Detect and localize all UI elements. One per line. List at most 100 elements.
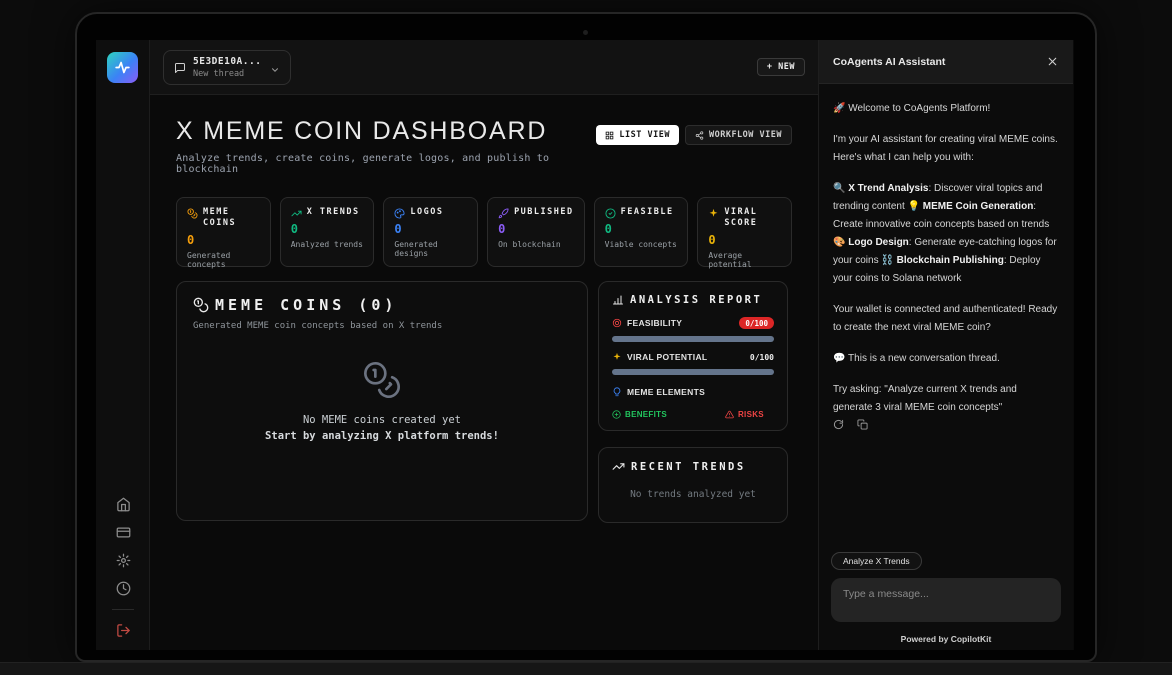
view-toggle: LIST VIEW WORKFLOW VIEW [596, 125, 792, 145]
stat-card-published[interactable]: PUBLISHED 0 On blockchain [487, 197, 585, 267]
viral-potential-label: VIRAL POTENTIAL [627, 352, 707, 362]
assistant-message: Your wallet is connected and authenticat… [833, 301, 1059, 337]
app-screen: 5E3DE10A... New thread + NEW X MEME COIN… [96, 40, 1074, 650]
assistant-message: I'm your AI assistant for creating viral… [833, 131, 1059, 167]
coins-icon [187, 208, 198, 219]
assistant-title: CoAgents AI Assistant [833, 56, 945, 68]
assistant-messages: 🚀 Welcome to CoAgents Platform! I'm your… [819, 84, 1073, 551]
stat-card-viral-score[interactable]: VIRAL SCORE 0 Average potential [697, 197, 792, 267]
close-icon[interactable] [1046, 55, 1059, 68]
stat-value: 0 [498, 222, 574, 236]
page-subtitle: Analyze trends, create coins, generate l… [176, 153, 596, 175]
stat-value: 0 [605, 222, 678, 236]
stat-value: 0 [708, 233, 781, 247]
viral-score: 0/100 [750, 353, 774, 362]
recent-trends-panel: RECENT TRENDS No trends analyzed yet [598, 447, 788, 523]
stat-desc: Average potential [708, 251, 781, 269]
meme-elements-label: MEME ELEMENTS [627, 387, 705, 397]
stat-desc: Viable concepts [605, 240, 678, 249]
laptop-frame: 5E3DE10A... New thread + NEW X MEME COIN… [75, 12, 1097, 662]
risks-label: RISKS [725, 410, 764, 419]
palette-icon [394, 208, 405, 219]
assistant-header: CoAgents AI Assistant [819, 40, 1073, 84]
alert-triangle-icon [725, 410, 734, 419]
empty-line1: No MEME coins created yet [303, 414, 461, 426]
benefits-label: BENEFITS [612, 410, 667, 419]
trending-up-icon [612, 460, 625, 473]
main-column: 5E3DE10A... New thread + NEW X MEME COIN… [150, 40, 818, 650]
new-button[interactable]: + NEW [757, 58, 805, 76]
copy-icon[interactable] [857, 419, 868, 430]
wallet-icon[interactable] [116, 525, 131, 540]
app-logo[interactable] [107, 52, 138, 83]
meme-panel-subtitle: Generated MEME coin concepts based on X … [193, 321, 571, 331]
stat-value: 0 [394, 222, 467, 236]
trends-empty-text: No trends analyzed yet [612, 489, 774, 500]
settings-icon[interactable] [116, 553, 131, 568]
plus-circle-icon [612, 410, 621, 419]
chat-bubble-icon [174, 61, 186, 73]
stat-desc: Analyzed trends [291, 240, 364, 249]
topbar: 5E3DE10A... New thread + NEW [150, 40, 818, 95]
message-input[interactable] [831, 578, 1061, 622]
meme-coins-panel: MEME COINS (0) Generated MEME coin conce… [176, 281, 588, 521]
dashboard-content: X MEME COIN DASHBOARD Analyze trends, cr… [150, 95, 818, 650]
thread-subtitle: New thread [193, 69, 261, 79]
trends-title: RECENT TRENDS [631, 461, 746, 473]
history-icon[interactable] [116, 581, 131, 596]
feasibility-progress-bar [612, 336, 774, 342]
sparkles-icon [708, 208, 719, 219]
stat-desc: Generated concepts [187, 251, 260, 269]
stat-value: 0 [187, 233, 260, 247]
meme-panel-title: MEME COINS (0) [215, 296, 397, 314]
feasibility-score-badge: 0/100 [739, 317, 774, 329]
feasibility-label: FEASIBILITY [627, 318, 682, 328]
coins-icon [193, 297, 209, 313]
tab-workflow-view[interactable]: WORKFLOW VIEW [685, 125, 792, 145]
meme-empty-state: No MEME coins created yet Start by analy… [177, 360, 587, 442]
workflow-icon [695, 131, 704, 140]
coins-empty-icon [362, 360, 402, 400]
assistant-footer: Analyze X Trends Powered by CopilotKit [819, 551, 1073, 650]
assistant-panel: CoAgents AI Assistant 🚀 Welcome to CoAge… [818, 40, 1073, 650]
stat-card-feasible[interactable]: FEASIBLE 0 Viable concepts [594, 197, 689, 267]
empty-line2: Start by analyzing X platform trends! [265, 430, 499, 442]
stats-row: MEME COINS 0 Generated concepts X TRENDS… [176, 197, 792, 267]
analysis-title: ANALYSIS REPORT [630, 294, 762, 306]
left-rail [96, 40, 150, 650]
thread-selector[interactable]: 5E3DE10A... New thread [163, 50, 291, 85]
suggestion-chip[interactable]: Analyze X Trends [831, 552, 922, 570]
home-icon[interactable] [116, 497, 131, 512]
rocket-icon [498, 208, 509, 219]
stat-value: 0 [291, 222, 364, 236]
stat-card-logos[interactable]: LOGOS 0 Generated designs [383, 197, 478, 267]
analysis-report-panel: ANALYSIS REPORT FEASIBILITY 0/100 VIRAL … [598, 281, 788, 431]
bar-chart-icon [612, 294, 624, 306]
thread-id: 5E3DE10A... [193, 56, 261, 67]
powered-by-label: Powered by CopilotKit [831, 634, 1061, 644]
page-title: X MEME COIN DASHBOARD [176, 117, 596, 146]
regenerate-icon[interactable] [833, 419, 844, 430]
stat-desc: Generated designs [394, 240, 467, 258]
trending-up-icon [291, 208, 302, 219]
chevron-down-icon [270, 62, 280, 72]
assistant-message: Try asking: "Analyze current X trends an… [833, 381, 1059, 417]
sparkle-icon [612, 352, 622, 362]
assistant-message: 🚀 Welcome to CoAgents Platform! [833, 100, 1059, 118]
logout-icon[interactable] [116, 623, 131, 638]
laptop-base [0, 662, 1172, 675]
stat-card-meme-coins[interactable]: MEME COINS 0 Generated concepts [176, 197, 271, 267]
lightbulb-icon [612, 387, 622, 397]
check-circle-icon [605, 208, 616, 219]
message-actions [833, 419, 1059, 430]
viral-progress-bar [612, 369, 774, 375]
stat-card-x-trends[interactable]: X TRENDS 0 Analyzed trends [280, 197, 375, 267]
stat-desc: On blockchain [498, 240, 574, 249]
assistant-message: 🔍 X Trend Analysis: Discover viral topic… [833, 180, 1059, 288]
tab-list-view[interactable]: LIST VIEW [596, 125, 679, 145]
camera-dot [583, 30, 588, 35]
target-icon [612, 318, 622, 328]
rail-divider [112, 609, 134, 610]
assistant-message: 💬 This is a new conversation thread. [833, 350, 1059, 368]
grid-icon [605, 131, 614, 140]
